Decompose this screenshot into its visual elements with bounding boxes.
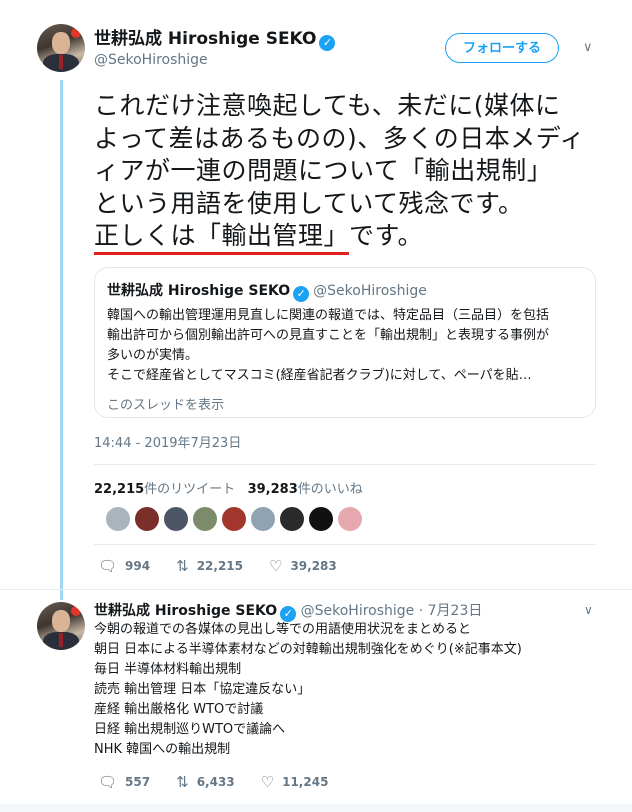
underlined-phrase: 正しくは「輸出管理」 <box>94 220 350 254</box>
liker-avatars <box>106 507 362 531</box>
tweet-text-line: よって差はあるものの)、多くの日本メディ <box>94 123 586 153</box>
chevron-down-icon[interactable]: ∨ <box>584 603 593 617</box>
reply-header: 世耕弘成 Hiroshige SEKO ✓ @SekoHiroshige · 7月… <box>94 600 482 622</box>
divider <box>0 589 632 590</box>
divider <box>94 544 596 545</box>
author-name[interactable]: 世耕弘成 Hiroshige SEKO ✓ <box>94 24 336 51</box>
reply-text-line: 今朝の報道での各媒体の見出し等での用語使用状況をまとめると <box>94 622 472 637</box>
quoted-tweet-header: 世耕弘成 Hiroshige SEKO ✓ @SekoHiroshige <box>107 280 583 302</box>
thread-connector-line <box>60 80 63 600</box>
reply-action-bar: 🗨 557 ⇅ 6,433 ♡ 11,245 <box>98 773 354 791</box>
chevron-down-icon[interactable]: ∨ <box>583 40 593 55</box>
verified-badge-icon: ✓ <box>293 286 310 302</box>
reply-text-line: 朝日 日本による半導体素材などの対韓輸出規制強化をめぐり(※記事本文) <box>94 642 522 657</box>
like-action-count: 39,283 <box>290 559 337 573</box>
retweet-icon: ⇅ <box>176 773 189 791</box>
tweet-text-tail: です。 <box>349 221 424 250</box>
liker-avatar-1[interactable] <box>106 507 130 531</box>
reply-icon: 🗨 <box>98 773 118 791</box>
reply-text: 今朝の報道での各媒体の見出し等での用語使用状況をまとめると 朝日 日本による半導… <box>94 620 614 760</box>
verified-badge-icon: ✓ <box>319 35 336 51</box>
reply-button[interactable]: 🗨 557 <box>98 773 150 791</box>
quoted-author-name: 世耕弘成 Hiroshige SEKO <box>107 283 291 299</box>
divider <box>94 464 596 465</box>
reply-text-line: 日経 輸出規制巡りWTOで議論へ <box>94 722 286 737</box>
quoted-text-line: 多いのが実情。 <box>107 348 199 363</box>
reply-text-line: 読売 輸出管理 日本「協定違反ない」 <box>94 682 311 697</box>
reply-icon: 🗨 <box>98 557 118 575</box>
tweet-text-line: これだけ注意喚起しても、未だに(媒体に <box>94 91 561 120</box>
quoted-text-line: 輸出許可から個別輸出許可への見直すことを「輸出規制」と表現する事例が <box>107 328 550 343</box>
like-action-count: 11,245 <box>282 775 329 789</box>
liker-avatar-7[interactable] <box>280 507 304 531</box>
reply-date[interactable]: · 7月23日 <box>419 603 483 619</box>
tweet-action-bar: 🗨 994 ⇅ 22,215 ♡ 39,283 <box>98 557 363 575</box>
quoted-text-line: 韓国への輸出管理運用見直しに関連の報道では、特定品目（三品目）を包括 <box>107 308 550 323</box>
liker-avatar-3[interactable] <box>164 507 188 531</box>
reply-count: 994 <box>125 559 151 573</box>
tweet-text-line: 正しくは「輸出管理」です。 <box>94 220 614 254</box>
quoted-author-handle: @SekoHiroshige <box>313 283 427 299</box>
liker-avatar-2[interactable] <box>135 507 159 531</box>
liker-avatar-6[interactable] <box>251 507 275 531</box>
reply-author-name[interactable]: 世耕弘成 Hiroshige SEKO <box>94 603 277 619</box>
follow-button[interactable]: フォローする <box>445 33 559 63</box>
retweet-button[interactable]: ⇅ 6,433 <box>176 773 235 791</box>
retweet-icon: ⇅ <box>176 557 189 575</box>
reply-count: 557 <box>125 775 151 789</box>
tweet-timestamp[interactable]: 14:44 - 2019年7月23日 <box>94 432 241 451</box>
like-button[interactable]: ♡ 11,245 <box>261 773 329 791</box>
retweet-action-count: 22,215 <box>196 559 243 573</box>
retweet-action-count: 6,433 <box>196 775 235 789</box>
author-name-text[interactable]: 世耕弘成 Hiroshige SEKO <box>94 29 316 49</box>
author-avatar[interactable] <box>37 24 85 72</box>
liker-avatar-4[interactable] <box>193 507 217 531</box>
reply-author-handle[interactable]: @SekoHiroshige <box>301 603 415 619</box>
quoted-text-line: そこで経産省としてマスコミ(経産省記者クラブ)に対して、ペーパを貼… <box>107 368 532 383</box>
liker-avatar-9[interactable] <box>338 507 362 531</box>
reply-text-line: NHK 韓国への輸出規制 <box>94 742 231 757</box>
like-button[interactable]: ♡ 39,283 <box>269 557 337 575</box>
show-thread-link[interactable]: このスレッドを表示 <box>107 394 583 413</box>
tweet-text: これだけ注意喚起しても、未だに(媒体に よって差はあるものの)、多くの日本メディ… <box>94 90 614 254</box>
retweet-button[interactable]: ⇅ 22,215 <box>176 557 243 575</box>
engagement-stats: 22,215件のリツイート 39,283件のいいね <box>94 478 363 497</box>
tweet-text-line: という用語を使用していて残念です。 <box>94 188 524 218</box>
like-count[interactable]: 39,283 <box>248 482 298 497</box>
author-handle[interactable]: @SekoHiroshige <box>94 52 208 68</box>
footer-strip <box>0 804 632 812</box>
quoted-tweet-card[interactable]: 世耕弘成 Hiroshige SEKO ✓ @SekoHiroshige 韓国への輸… <box>94 267 596 418</box>
reply-author-avatar[interactable] <box>37 602 85 650</box>
reply-text-line: 産経 輸出厳格化 WTOで討議 <box>94 702 264 717</box>
like-count-label[interactable]: 件のいいね <box>298 482 363 497</box>
heart-icon: ♡ <box>260 773 275 791</box>
liker-avatar-8[interactable] <box>309 507 333 531</box>
reply-button[interactable]: 🗨 994 <box>98 557 150 575</box>
quoted-tweet-text: 韓国への輸出管理運用見直しに関連の報道では、特定品目（三品目）を包括 輸出許可か… <box>107 306 583 386</box>
liker-avatar-5[interactable] <box>222 507 246 531</box>
tweet-text-line: ィアが一連の問題について「輸出規制」 <box>94 156 553 185</box>
retweet-count[interactable]: 22,215 <box>94 482 144 497</box>
reply-text-line: 毎日 半導体材料輸出規制 <box>94 662 242 677</box>
heart-icon: ♡ <box>269 557 283 575</box>
retweet-count-label[interactable]: 件のリツイート <box>144 482 235 497</box>
